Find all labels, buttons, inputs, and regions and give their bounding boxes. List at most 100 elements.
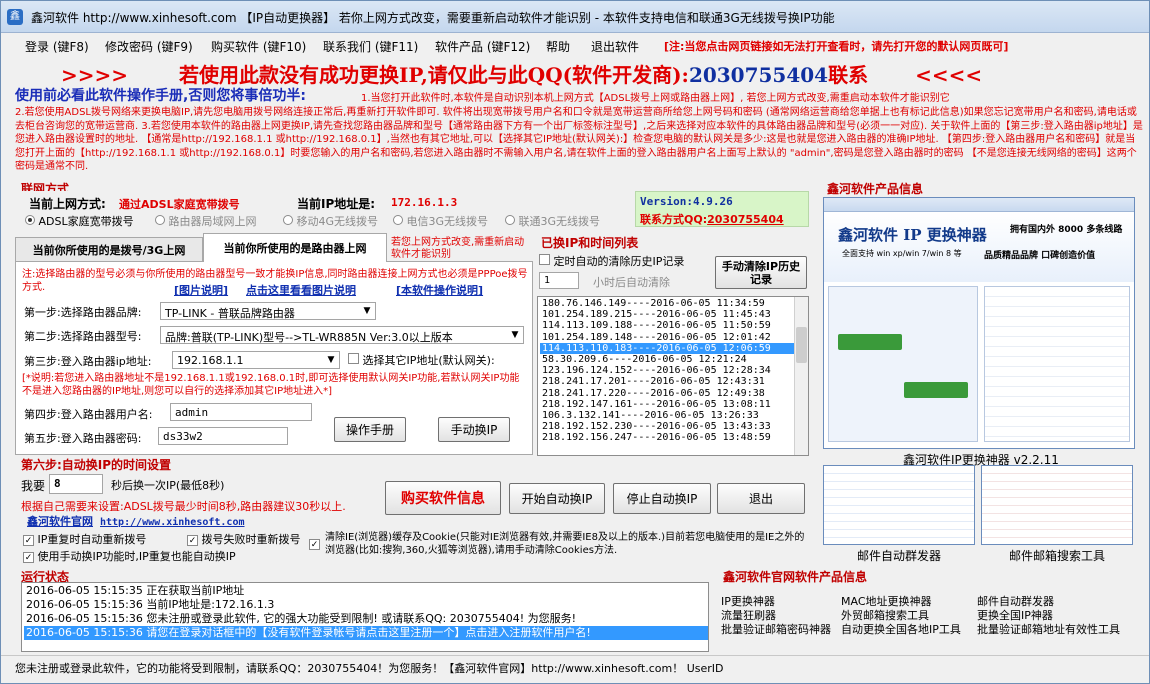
chevron-down-icon: ▼ — [363, 306, 371, 316]
status-bar: 您未注册或登录此软件，它的功能将受到限制，请联系QQ：2030755404！为您… — [1, 655, 1149, 677]
list-item[interactable]: 58.30.209.6----2016-06-05 12:21:24 — [540, 354, 808, 365]
notice-body: 2.若您使用ADSL拨号网络来更换电脑IP,请先您电脑用拨号网络连接正常后,再重… — [15, 107, 1143, 173]
radio-adsl[interactable]: ADSL家庭宽带拨号 — [25, 213, 134, 229]
auto-interval-input[interactable]: 8 — [49, 474, 103, 494]
contact-qq[interactable]: 2030755404 — [707, 213, 784, 226]
router-warning: [*说明:若您进入路由器地址不是192.168.1.1或192.168.0.1时… — [22, 373, 520, 397]
product-shot-sub3: 品质精品品牌 口碑创造价值 — [984, 251, 1096, 261]
banner-arrows-right: <<<< — [915, 63, 983, 87]
menu-change-password[interactable]: 修改密码 (键F9) — [105, 38, 193, 55]
app-icon: 鑫 — [7, 9, 23, 25]
list-item[interactable]: 2016-06-05 15:15:36 当前IP地址是:172.16.1.3 — [24, 598, 708, 612]
tab-dialup[interactable]: 当前你所使用的是拨号/3G上网 — [15, 237, 203, 261]
official-product-list: IP更换神器 MAC地址更换神器 邮件自动群发器 流量狂刷器 外贸邮箱搜索工具 … — [721, 593, 1143, 641]
exit-button[interactable]: 退出 — [717, 483, 805, 514]
banner: >>>> 若使用此款没有成功更换IP,请仅此与此QQ(软件开发商):203075… — [61, 59, 982, 88]
status-log[interactable]: 2016-06-05 15:15:35 正在获取当前IP地址 2016-06-05… — [21, 582, 709, 652]
official-item[interactable]: 自动更换全国各地IP工具 — [841, 621, 961, 637]
list-item[interactable]: 101.254.189.148----2016-06-05 12:01:42 — [540, 332, 808, 343]
notice-title: 使用前必看此软件操作手册,否则您将事倍功半: — [15, 88, 306, 104]
step1-label: 第一步:选择路由器品牌: — [24, 306, 142, 319]
current-ip-value: 172.16.1.3 — [391, 196, 458, 209]
list-item[interactable]: 2016-06-05 15:15:35 正在获取当前IP地址 — [24, 584, 708, 598]
tab-router[interactable]: 当前你所使用的是路由器上网 — [203, 233, 387, 262]
radio-telecom-3g[interactable]: 电信3G无线拨号 — [393, 213, 488, 229]
radio-unicom-3g[interactable]: 联通3G无线拨号 — [505, 213, 600, 229]
menu-warning: [注:当您点击网页链接如无法打开查看时，请先打开您的默认网页既可] — [664, 40, 1009, 53]
manual-repeat-checkbox[interactable]: ✓ 使用手动换IP功能时,IP重复也能自动换IP — [23, 548, 236, 564]
product-screenshot-main[interactable]: 鑫河软件 IP 更换神器 拥有国内外 8000 多条线路 全面支持 win xp… — [823, 197, 1135, 449]
list-item[interactable]: 123.196.124.152----2016-06-05 12:28:34 — [540, 365, 808, 376]
clear-hours-input[interactable]: 1 — [539, 272, 579, 289]
auto-interval-prefix: 我要 — [21, 479, 46, 493]
list-item[interactable]: 106.3.132.141----2016-06-05 13:26:33 — [540, 410, 808, 421]
official-item[interactable]: 批量验证邮箱地址有效性工具 — [977, 621, 1120, 637]
thumb1-caption: 邮件自动群发器 — [857, 549, 942, 563]
manual-button[interactable]: 操作手册 — [334, 417, 406, 442]
banner-arrows-left: >>>> — [61, 63, 129, 87]
step5-label: 第五步:登入路由器密码: — [24, 432, 142, 445]
menu-exit[interactable]: 退出软件 — [591, 38, 639, 55]
official-item[interactable]: 批量验证邮箱密码神器 — [721, 621, 831, 637]
radio-router[interactable]: 路由器局域网上网 — [155, 213, 257, 229]
list-item[interactable]: 114.113.110.183----2016-06-05 12:06:59 — [540, 342, 808, 354]
repeat-redial-checkbox[interactable]: ✓ IP重复时自动重新拨号 — [23, 531, 146, 547]
menu-contact[interactable]: 联系我们 (键F11) — [323, 38, 418, 55]
current-ip-label: 当前IP地址是: — [297, 197, 376, 211]
official-site-label[interactable]: 鑫河软件官网 — [27, 515, 93, 528]
fail-redial-checkbox[interactable]: ✓ 拨号失败时重新拨号 — [187, 531, 301, 547]
product-thumb-mail-search[interactable] — [981, 465, 1133, 545]
chevron-down-icon: ▼ — [511, 330, 519, 340]
menu-login[interactable]: 登录 (键F8) — [25, 38, 89, 55]
router-username-input[interactable]: admin — [170, 403, 312, 421]
list-item[interactable]: 218.192.152.230----2016-06-05 13:43:33 — [540, 421, 808, 432]
product-thumb-mail-sender[interactable] — [823, 465, 975, 545]
list-item[interactable]: 2016-06-05 15:15:36 您未注册或登录此软件, 它的强大功能受到… — [24, 612, 708, 626]
start-auto-button[interactable]: 开始自动换IP — [509, 483, 605, 514]
banner-qq: 2030755404 — [688, 63, 829, 87]
current-mode-value: 通过ADSL家庭宽带拨号 — [119, 198, 240, 211]
buy-info-button[interactable]: 购买软件信息 — [385, 481, 501, 515]
list-item[interactable]: 218.241.17.201----2016-06-05 12:43:31 — [540, 376, 808, 387]
list-item[interactable]: 218.192.147.161----2016-06-05 13:08:11 — [540, 399, 808, 410]
scrollbar-thumb[interactable] — [796, 327, 807, 363]
version-text: Version:4.9.26 — [640, 195, 733, 208]
link-picture-explain[interactable]: 点击这里看看图片说明 — [246, 282, 356, 298]
official-site-url[interactable]: http://www.xinhesoft.com — [100, 517, 245, 528]
list-item[interactable]: 218.241.17.220----2016-06-05 12:49:38 — [540, 388, 808, 399]
link-manual[interactable]: [本软件操作说明] — [396, 282, 483, 298]
auto-clear-checkbox[interactable]: 定时自动的清除历史IP记录 — [539, 253, 684, 269]
other-ip-checkbox[interactable]: 选择其它IP地址(默认网关): — [348, 352, 495, 368]
manual-switch-ip-button[interactable]: 手动换IP — [438, 417, 510, 442]
history-section-title: 已换IP和时间列表 — [541, 236, 639, 250]
router-password-input[interactable]: ds33w2 — [158, 427, 288, 445]
banner-suffix: 联系 — [828, 63, 869, 87]
router-ip-select[interactable]: 192.168.1.1 ▼ — [172, 351, 340, 369]
router-panel: 注:选择路由器的型号必须与你所使用的路由器型号一致才能换IP信息,同时路由器连接… — [15, 261, 533, 455]
history-scrollbar[interactable] — [794, 297, 808, 455]
list-item[interactable]: 101.254.189.215----2016-06-05 11:45:43 — [540, 309, 808, 320]
stop-auto-button[interactable]: 停止自动换IP — [613, 483, 711, 514]
router-brand-select[interactable]: TP-LINK - 普联品牌路由器 ▼ — [160, 302, 376, 320]
link-picture[interactable]: [图片说明] — [174, 282, 228, 298]
router-model-select[interactable]: 品牌:普联(TP-LINK)型号-->TL-WR885N Ver:3.0以上版本… — [160, 326, 524, 344]
title-bar[interactable]: 鑫 鑫河软件 http://www.xinhesoft.com 【IP自动更换器… — [1, 1, 1149, 33]
list-item[interactable]: 180.76.146.149----2016-06-05 11:34:59 — [540, 298, 808, 309]
menu-products[interactable]: 软件产品 (键F12) — [435, 38, 530, 55]
step2-label: 第二步:选择路由器型号: — [24, 330, 142, 343]
list-item[interactable]: 2016-06-05 15:15:36 请您在登录对话框中的【没有软件登录帐号请… — [24, 626, 708, 640]
radio-4g[interactable]: 移动4G无线拨号 — [283, 213, 378, 229]
status-bar-text: 您未注册或登录此软件，它的功能将受到限制，请联系QQ：2030755404！为您… — [15, 662, 724, 675]
chevron-down-icon: ▼ — [327, 355, 335, 365]
menu-help[interactable]: 帮助 — [546, 38, 570, 55]
list-item[interactable]: 218.192.156.247----2016-06-05 13:48:59 — [540, 432, 808, 443]
product-shot-title: 鑫河软件 IP 更换神器 — [838, 226, 987, 244]
list-item[interactable]: 114.113.109.188----2016-06-05 11:50:59 — [540, 320, 808, 331]
thumb2-caption: 邮件邮箱搜索工具 — [1009, 549, 1106, 563]
clear-cookie-checkbox[interactable]: ✓ — [309, 537, 320, 550]
menu-buy[interactable]: 购买软件 (键F10) — [211, 38, 306, 55]
step3-label: 第三步:登入路由器ip地址: — [24, 355, 152, 368]
ip-history-list[interactable]: 180.76.146.149----2016-06-05 11:34:59 101… — [537, 296, 809, 456]
products-section-title: 鑫河软件产品信息 — [827, 182, 924, 196]
clear-history-button[interactable]: 手动清除IP历史记录 — [715, 256, 807, 289]
